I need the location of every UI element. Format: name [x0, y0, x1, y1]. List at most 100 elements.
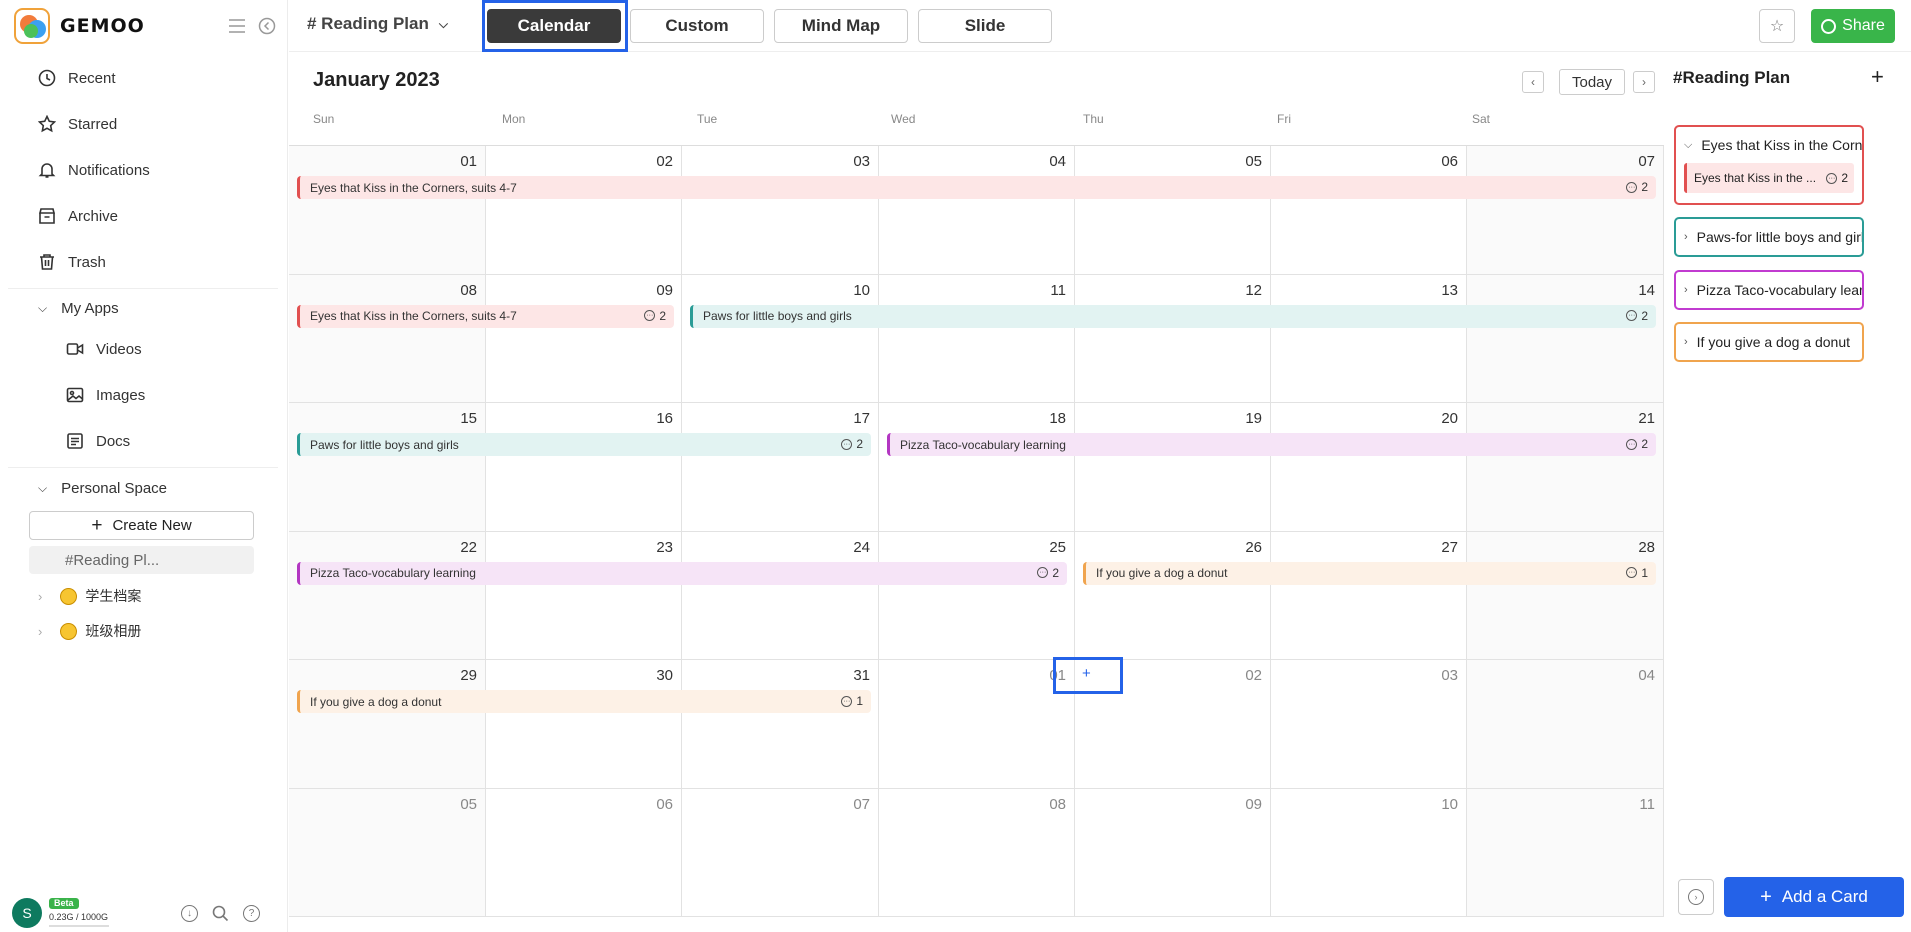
view-custom-button[interactable]: Custom [630, 9, 764, 43]
chevron-right-icon[interactable]: › [1684, 336, 1688, 348]
calendar-event[interactable]: If you give a dog a donut ··· 1 [297, 690, 871, 713]
chevron-right-icon[interactable]: › [1684, 231, 1688, 243]
chevron-right-icon[interactable]: › [1684, 284, 1688, 296]
calendar-day-cell[interactable]: 03 [682, 146, 879, 275]
calendar-day-cell[interactable]: 08 [879, 788, 1075, 917]
calendar-day-cell[interactable]: 01 [289, 146, 486, 275]
nav-notifications[interactable]: Notifications [38, 155, 150, 185]
view-slide-button[interactable]: Slide [918, 9, 1052, 43]
calendar-day-cell[interactable]: 28 [1467, 531, 1664, 660]
calendar-day-cell[interactable]: 12 [1075, 274, 1271, 403]
calendar-day-cell[interactable]: 26 [1075, 531, 1271, 660]
comment-count[interactable]: ··· 1 [1626, 566, 1648, 580]
card-header[interactable]: › Paws-for little boys and girls [1676, 219, 1862, 255]
star-button[interactable]: ☆ [1759, 9, 1795, 43]
card-sub-item[interactable]: Eyes that Kiss in the ... ··· 2 [1684, 163, 1854, 193]
nav-videos[interactable]: Videos [66, 334, 142, 364]
add-card-button[interactable]: + Add a Card [1724, 877, 1904, 917]
nav-archive[interactable]: Archive [38, 201, 118, 231]
next-month-button[interactable]: › [1633, 71, 1655, 93]
help-icon[interactable]: ? [243, 904, 260, 922]
calendar-day-cell[interactable]: 15 [289, 403, 486, 532]
calendar-day-cell[interactable]: 09 [486, 274, 682, 403]
card-header[interactable]: › Pizza Taco-vocabulary learning [1676, 272, 1862, 308]
calendar-day-cell[interactable]: 23 [486, 531, 682, 660]
calendar-day-cell[interactable]: 05 [289, 788, 486, 917]
comment-count[interactable]: ··· 1 [841, 694, 863, 708]
chevron-right-icon[interactable]: › [38, 589, 42, 604]
download-icon[interactable]: ↓ [181, 904, 198, 922]
add-event-plus-icon[interactable]: + [1082, 665, 1091, 682]
comment-count[interactable]: ··· 2 [1626, 437, 1648, 451]
comment-count[interactable]: ··· 2 [1037, 566, 1059, 580]
calendar-day-cell[interactable]: 11 [1467, 788, 1664, 917]
panel-toggle-button[interactable]: › [1678, 879, 1714, 915]
calendar-day-cell[interactable]: 24 [682, 531, 879, 660]
calendar-day-cell[interactable]: 19 [1075, 403, 1271, 532]
comment-count[interactable]: ··· 2 [1826, 171, 1848, 185]
calendar-event[interactable]: If you give a dog a donut ··· 1 [1083, 561, 1656, 585]
nav-starred[interactable]: Starred [38, 109, 117, 139]
calendar-day-cell[interactable]: 07 [1467, 146, 1664, 275]
share-button[interactable]: Share [1811, 9, 1895, 43]
view-mind-map-button[interactable]: Mind Map [774, 9, 908, 43]
calendar-day-cell[interactable]: 22 [289, 531, 486, 660]
outline-card[interactable]: › Pizza Taco-vocabulary learning [1674, 270, 1864, 310]
calendar-day-cell[interactable]: 20 [1271, 403, 1467, 532]
calendar-day-cell[interactable]: 09 [1075, 788, 1271, 917]
calendar-day-cell[interactable]: 30 [486, 660, 682, 789]
calendar-day-cell[interactable]: 29 [289, 660, 486, 789]
calendar-day-cell[interactable]: 17 [682, 403, 879, 532]
calendar-event[interactable]: Pizza Taco-vocabulary learning ··· 2 [887, 433, 1656, 456]
calendar-day-cell[interactable]: 11 [879, 274, 1075, 403]
card-header[interactable]: ⌵ Eyes that Kiss in the Corners, suits 4-… [1676, 127, 1862, 163]
calendar-day-cell[interactable]: 13 [1271, 274, 1467, 403]
calendar-event[interactable]: Paws for little boys and girls ··· 2 [690, 304, 1656, 328]
calendar-event[interactable]: Eyes that Kiss in the Corners, suits 4-7… [297, 176, 1656, 199]
comment-count[interactable]: ··· 2 [644, 309, 666, 323]
chevron-down-icon[interactable]: ⌵ [1684, 139, 1692, 152]
today-button[interactable]: Today [1559, 69, 1625, 95]
plan-title[interactable]: # Reading Plan ⌵ [307, 14, 448, 34]
panel-add-icon[interactable]: + [1871, 64, 1884, 90]
nav-trash[interactable]: Trash [38, 247, 106, 277]
avatar[interactable]: S [12, 898, 42, 928]
calendar-day-cell[interactable]: 27 [1271, 531, 1467, 660]
calendar-event[interactable]: Pizza Taco-vocabulary learning ··· 2 [297, 561, 1067, 585]
calendar-day-cell[interactable]: 14 [1467, 274, 1664, 403]
calendar-day-cell[interactable]: 05 [1075, 146, 1271, 275]
outline-card[interactable]: › Paws-for little boys and girls [1674, 217, 1864, 257]
comment-count[interactable]: ··· 2 [1626, 309, 1648, 323]
calendar-day-cell[interactable]: 16 [486, 403, 682, 532]
calendar-day-cell[interactable]: 04 [1467, 660, 1664, 789]
nav-images[interactable]: Images [66, 380, 145, 410]
prev-month-button[interactable]: ‹ [1522, 71, 1544, 93]
space-item-reading-plan[interactable]: #Reading Pl... [29, 546, 254, 574]
calendar-event[interactable]: Paws for little boys and girls ··· 2 [297, 433, 871, 456]
section-my-apps[interactable]: ⌵ My Apps [38, 300, 119, 317]
calendar-day-cell[interactable]: 25 [879, 531, 1075, 660]
space-item-student-files[interactable]: › 学生档案 [38, 586, 141, 606]
calendar-day-cell[interactable]: 18 [879, 403, 1075, 532]
collapse-sidebar-icon[interactable] [258, 17, 276, 35]
section-personal-space[interactable]: ⌵ Personal Space [38, 480, 167, 497]
calendar-day-cell[interactable]: 01 [879, 660, 1075, 789]
calendar-day-cell[interactable]: 02 [486, 146, 682, 275]
calendar-day-cell[interactable]: 21 [1467, 403, 1664, 532]
search-icon[interactable] [212, 905, 229, 922]
outline-card[interactable]: ⌵ Eyes that Kiss in the Corners, suits 4-… [1674, 125, 1864, 205]
nav-docs[interactable]: Docs [66, 426, 130, 456]
calendar-day-cell[interactable]: 06 [486, 788, 682, 917]
calendar-event[interactable]: Eyes that Kiss in the Corners, suits 4-7… [297, 304, 674, 328]
gemoo-logo-icon[interactable] [14, 8, 50, 44]
calendar-day-cell[interactable]: 07 [682, 788, 879, 917]
chevron-right-icon[interactable]: › [38, 624, 42, 639]
calendar-day-cell[interactable]: 03 [1271, 660, 1467, 789]
calendar-day-cell[interactable]: 10 [682, 274, 879, 403]
calendar-day-cell[interactable]: 31 [682, 660, 879, 789]
calendar-day-cell[interactable]: 06 [1271, 146, 1467, 275]
calendar-day-cell[interactable]: 08 [289, 274, 486, 403]
space-item-class-album[interactable]: › 班级相册 [38, 621, 141, 641]
calendar-day-cell[interactable]: 04 [879, 146, 1075, 275]
card-header[interactable]: › If you give a dog a donut [1676, 324, 1862, 360]
